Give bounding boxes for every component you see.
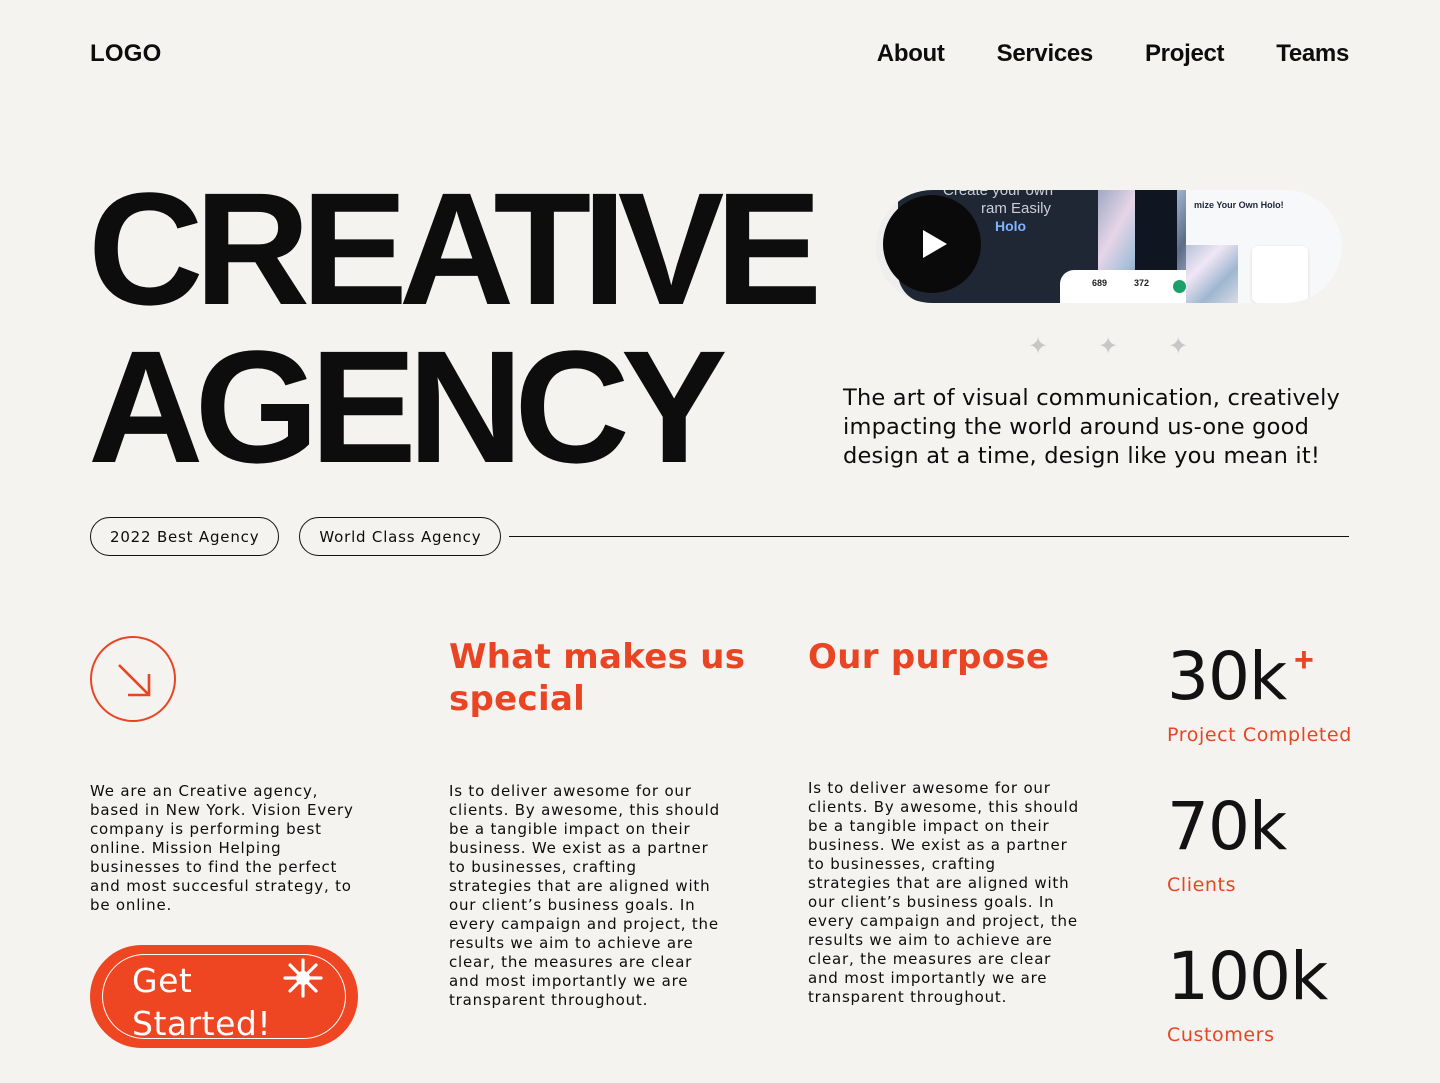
badge-world-class: World Class Agency xyxy=(299,517,502,556)
about-text: We are an Creative agency, based in New … xyxy=(90,782,354,914)
video-stat-1: 689 xyxy=(1092,278,1108,288)
purpose-text: Is to deliver awesome for our clients. B… xyxy=(808,779,1079,1006)
nav-services[interactable]: Services xyxy=(997,40,1094,68)
logo[interactable]: LOGO xyxy=(90,40,161,68)
sparkle-icon: ✦ xyxy=(1098,333,1119,360)
sparkle-icon: ✦ xyxy=(1028,333,1049,360)
holo-swatch xyxy=(1186,245,1238,303)
starburst-icon xyxy=(283,958,323,998)
special-text: Is to deliver awesome for our clients. B… xyxy=(449,782,720,1009)
arrow-button-icon xyxy=(1173,280,1186,293)
main-nav: About Services Project Teams xyxy=(877,40,1350,68)
arrow-down-right-icon xyxy=(118,664,151,697)
video-thumbnail-right: mize Your Own Holo! xyxy=(1186,190,1342,303)
nav-teams[interactable]: Teams xyxy=(1276,40,1349,68)
badge-row: 2022 Best Agency World Class Agency xyxy=(90,517,502,556)
hero-tagline: The art of visual communication, creativ… xyxy=(843,385,1341,469)
video-text-line3: Holo xyxy=(995,218,1027,234)
stat-projects-plus: + xyxy=(1294,641,1314,679)
stat-clients-label: Clients xyxy=(1167,874,1237,896)
stat-projects-label: Project Completed xyxy=(1167,724,1352,746)
video-stat-2: 372 xyxy=(1134,278,1150,288)
video-text-line2: ram Easily xyxy=(981,200,1052,217)
special-heading: What makes us special xyxy=(449,637,746,719)
ui-panel-mock xyxy=(1252,246,1308,303)
badge-best-agency: 2022 Best Agency xyxy=(90,517,280,556)
hero-title-line2: AGENCY xyxy=(88,317,728,496)
video-stats-strip: 689 372 xyxy=(1060,270,1200,303)
stat-projects-value: 30k xyxy=(1167,638,1287,715)
play-icon xyxy=(923,230,947,258)
get-started-button[interactable]: Get Started! xyxy=(90,945,358,1048)
nav-about[interactable]: About xyxy=(877,40,945,68)
video-right-title: mize Your Own Holo! xyxy=(1194,200,1284,210)
stat-customers-value: 100k xyxy=(1167,938,1328,1015)
arrow-down-right-button[interactable] xyxy=(90,636,176,722)
get-started-label: Get Started! xyxy=(132,961,272,1043)
video-text-line1: Create your own xyxy=(943,190,1054,199)
divider-line xyxy=(509,536,1349,538)
nav-project[interactable]: Project xyxy=(1145,40,1225,68)
play-button[interactable] xyxy=(883,195,981,293)
hero-title: CREATIVE AGENCY xyxy=(88,159,822,496)
sparkle-icon: ✦ xyxy=(1168,333,1189,360)
stat-customers-label: Customers xyxy=(1167,1024,1275,1046)
stat-clients-value: 70k xyxy=(1167,788,1287,865)
sparkle-decoration: ✦ ✦ ✦ xyxy=(1028,335,1188,359)
hero-title-line1: CREATIVE xyxy=(88,159,822,338)
purpose-heading: Our purpose xyxy=(808,637,1050,677)
